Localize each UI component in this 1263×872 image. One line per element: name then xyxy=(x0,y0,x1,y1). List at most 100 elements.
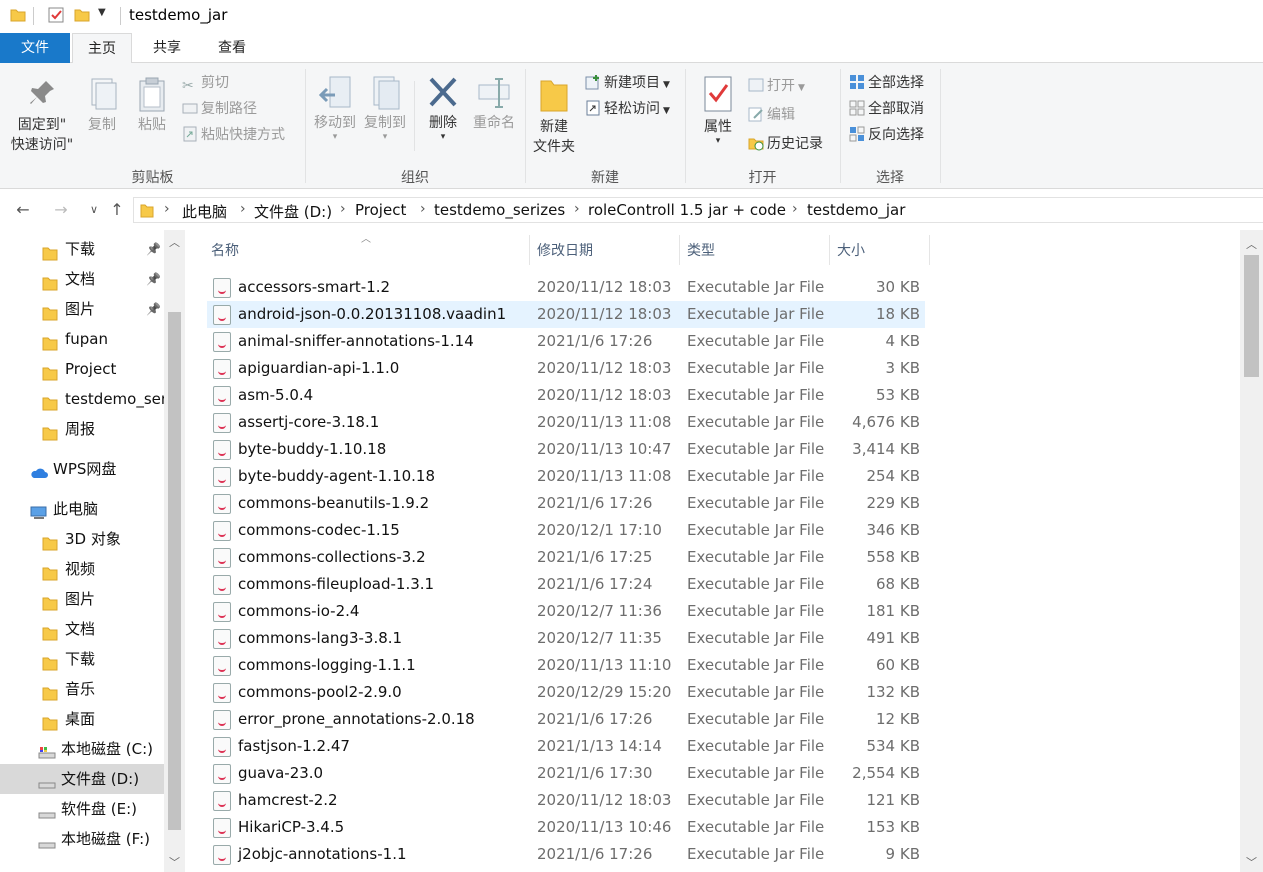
file-row[interactable]: android-json-0.0.20131108.vaadin1 2020/11… xyxy=(207,301,925,328)
file-row[interactable]: byte-buddy-agent-1.10.18 2020/11/13 11:08… xyxy=(207,463,925,490)
nav-item[interactable]: 图片 📌 xyxy=(0,294,164,324)
column-header-name[interactable]: 名称 xyxy=(211,240,239,260)
file-row[interactable]: animal-sniffer-annotations-1.14 2021/1/6 … xyxy=(207,328,925,355)
nav-item[interactable]: 图片 xyxy=(0,584,164,614)
breadcrumb[interactable]: › 此电脑 › 文件盘 (D:) › Project › testdemo_se… xyxy=(133,197,1263,223)
copy-to-button[interactable]: 复制到 ▾ xyxy=(360,75,410,142)
back-arrow-icon[interactable]: ← xyxy=(12,198,34,222)
nav-item[interactable]: 软件盘 (E:) xyxy=(0,794,164,824)
new-folder-quick-access-icon[interactable] xyxy=(74,7,90,23)
paste-shortcut-label: 粘贴快捷方式 xyxy=(201,127,285,143)
file-row[interactable]: fastjson-1.2.47 2021/1/13 14:14 Executable… xyxy=(207,733,925,760)
move-to-button[interactable]: 移动到 ▾ xyxy=(310,75,360,142)
nav-item[interactable]: 下载 📌 xyxy=(0,234,164,264)
file-name: HikariCP-3.4.5 xyxy=(238,818,345,836)
file-row[interactable]: j2objc-annotations-1.1 2021/1/6 17:26 Exec… xyxy=(207,841,925,868)
file-row[interactable]: byte-buddy-1.10.18 2020/11/13 10:47 Execut… xyxy=(207,436,925,463)
breadcrumb-testdemo-jar[interactable]: testdemo_jar xyxy=(807,201,905,219)
invert-selection-button[interactable]: 反向选择 xyxy=(849,124,924,146)
file-row[interactable]: HikariCP-3.4.5 2020/11/13 10:46 Executable… xyxy=(207,814,925,841)
history-button[interactable]: 历史记录 xyxy=(748,133,823,155)
copy-path-button[interactable]: 复制路径 xyxy=(182,98,257,120)
nav-item[interactable]: 下载 xyxy=(0,644,164,674)
nav-item[interactable]: testdemo_ser xyxy=(0,384,164,414)
nav-scrollbar[interactable]: ︿ ﹀ xyxy=(164,230,185,872)
nav-scrollbar-thumb[interactable] xyxy=(168,312,181,830)
file-row[interactable]: guava-23.0 2021/1/6 17:30 Executable Jar F… xyxy=(207,760,925,787)
nav-item[interactable]: 文件盘 (D:) xyxy=(0,764,164,794)
scroll-up-icon[interactable]: ︿ xyxy=(1240,236,1263,252)
nav-item[interactable]: 此电脑 xyxy=(0,494,164,524)
column-header-type[interactable]: 类型 xyxy=(687,240,715,260)
file-row[interactable]: commons-pool2-2.9.0 2020/12/29 15:20 Execu… xyxy=(207,679,925,706)
breadcrumb-testdemo-serizes[interactable]: testdemo_serizes xyxy=(434,201,565,219)
nav-item[interactable]: 音乐 xyxy=(0,674,164,704)
file-row[interactable]: commons-lang3-3.8.1 2020/12/7 11:35 Execut… xyxy=(207,625,925,652)
file-row[interactable]: accessors-smart-1.2 2020/11/12 18:03 Execu… xyxy=(207,274,925,301)
nav-item[interactable]: 文档 📌 xyxy=(0,264,164,294)
nav-item[interactable]: WPS网盘 xyxy=(0,454,164,484)
file-row[interactable]: commons-logging-1.1.1 2020/11/13 11:10 Exe… xyxy=(207,652,925,679)
forward-arrow-icon[interactable]: → xyxy=(50,198,72,222)
file-row[interactable]: commons-codec-1.15 2020/12/1 17:10 Executa… xyxy=(207,517,925,544)
breadcrumb-drive-d[interactable]: 文件盘 (D:) xyxy=(254,201,332,222)
column-header-size[interactable]: 大小 xyxy=(837,240,865,260)
pin-quick-access-button[interactable]: 固定到" 快速访问" xyxy=(4,77,80,155)
up-arrow-icon[interactable]: ↑ xyxy=(106,198,128,222)
nav-item[interactable]: fupan xyxy=(0,324,164,354)
tab-home[interactable]: 主页 xyxy=(72,33,132,64)
select-all-button[interactable]: 全部选择 xyxy=(849,72,924,94)
file-row[interactable]: asm-5.0.4 2020/11/12 18:03 Executable Jar … xyxy=(207,382,925,409)
nav-item[interactable]: 视频 xyxy=(0,554,164,584)
properties-quick-access-icon[interactable] xyxy=(48,7,64,23)
rename-button[interactable]: 重命名 xyxy=(468,75,520,133)
scroll-down-icon[interactable]: ﹀ xyxy=(164,854,185,870)
nav-item[interactable]: 3D 对象 xyxy=(0,524,164,554)
tab-view[interactable]: 查看 xyxy=(200,33,264,63)
customize-quick-access-icon[interactable]: ▼ xyxy=(98,7,114,23)
file-name: apiguardian-api-1.1.0 xyxy=(238,359,400,377)
column-header-date[interactable]: 修改日期 xyxy=(537,240,593,260)
file-row[interactable]: apiguardian-api-1.1.0 2020/11/12 18:03 Exe… xyxy=(207,355,925,382)
pin-icon[interactable]: 📌 xyxy=(146,264,161,294)
breadcrumb-project[interactable]: Project xyxy=(355,201,406,219)
file-row[interactable]: commons-beanutils-1.9.2 2021/1/6 17:26 Exe… xyxy=(207,490,925,517)
open-label: 打开 xyxy=(767,78,795,94)
nav-item[interactable]: Project xyxy=(0,354,164,384)
recent-locations-chevron-icon[interactable]: ∨ xyxy=(83,198,105,222)
scroll-up-icon[interactable]: ︿ xyxy=(164,234,185,250)
select-none-button[interactable]: 全部取消 xyxy=(849,98,924,120)
properties-button[interactable]: 属性 ▾ xyxy=(695,75,741,146)
nav-item[interactable]: 周报 xyxy=(0,414,164,444)
nav-item[interactable]: 桌面 xyxy=(0,704,164,734)
download-folder-icon xyxy=(42,241,58,261)
file-row[interactable]: assertj-core-3.18.1 2020/11/13 11:08 Execu… xyxy=(207,409,925,436)
nav-item[interactable]: 本地磁盘 (F:) xyxy=(0,824,164,854)
file-list-scrollbar-thumb[interactable] xyxy=(1244,255,1259,377)
copy-button[interactable]: 复制 xyxy=(82,77,122,135)
new-item-button[interactable]: 新建项目 ▼ xyxy=(585,72,670,94)
edit-button[interactable]: 编辑 xyxy=(748,104,795,126)
tab-share[interactable]: 共享 xyxy=(136,33,198,63)
breadcrumb-rolecontroll[interactable]: roleControll 1.5 jar + code xyxy=(588,201,786,219)
file-row[interactable]: commons-collections-3.2 2021/1/6 17:25 Exe… xyxy=(207,544,925,571)
file-row[interactable]: error_prone_annotations-2.0.18 2021/1/6 1… xyxy=(207,706,925,733)
pin-icon[interactable]: 📌 xyxy=(146,294,161,324)
paste-shortcut-button[interactable]: 粘贴快捷方式 xyxy=(182,124,285,146)
easy-access-button[interactable]: 轻松访问 ▼ xyxy=(585,98,670,120)
nav-item[interactable]: 文档 xyxy=(0,614,164,644)
new-folder-button[interactable]: 新建 文件夹 xyxy=(528,75,580,157)
tab-file[interactable]: 文件 xyxy=(0,33,70,63)
file-list-scrollbar[interactable]: ︿ ﹀ xyxy=(1240,230,1263,872)
file-row[interactable]: hamcrest-2.2 2020/11/12 18:03 Executable J… xyxy=(207,787,925,814)
file-row[interactable]: commons-io-2.4 2020/12/7 11:36 Executable … xyxy=(207,598,925,625)
cut-button[interactable]: ✂ 剪切 xyxy=(182,72,229,94)
pin-icon[interactable]: 📌 xyxy=(146,234,161,264)
delete-button[interactable]: 删除 ▾ xyxy=(420,75,466,142)
breadcrumb-this-pc[interactable]: 此电脑 xyxy=(182,201,227,222)
file-row[interactable]: commons-fileupload-1.3.1 2021/1/6 17:24 Ex… xyxy=(207,571,925,598)
open-button[interactable]: 打开 ▼ xyxy=(748,75,805,97)
nav-item[interactable]: 本地磁盘 (C:) xyxy=(0,734,164,764)
paste-button[interactable]: 粘贴 xyxy=(131,77,173,135)
scroll-down-icon[interactable]: ﹀ xyxy=(1240,854,1263,870)
